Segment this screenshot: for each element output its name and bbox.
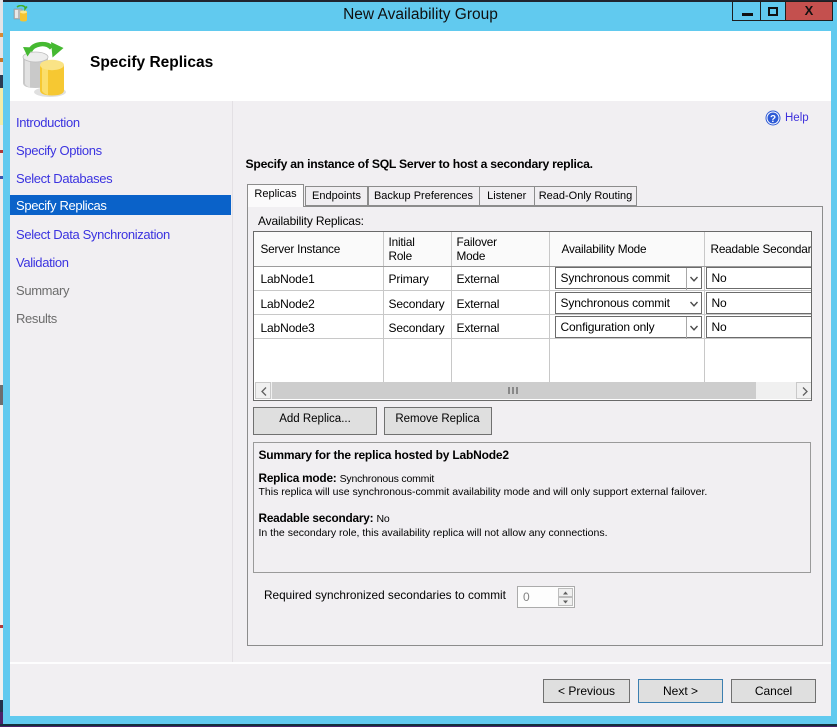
svg-text:?: ?	[770, 114, 776, 125]
